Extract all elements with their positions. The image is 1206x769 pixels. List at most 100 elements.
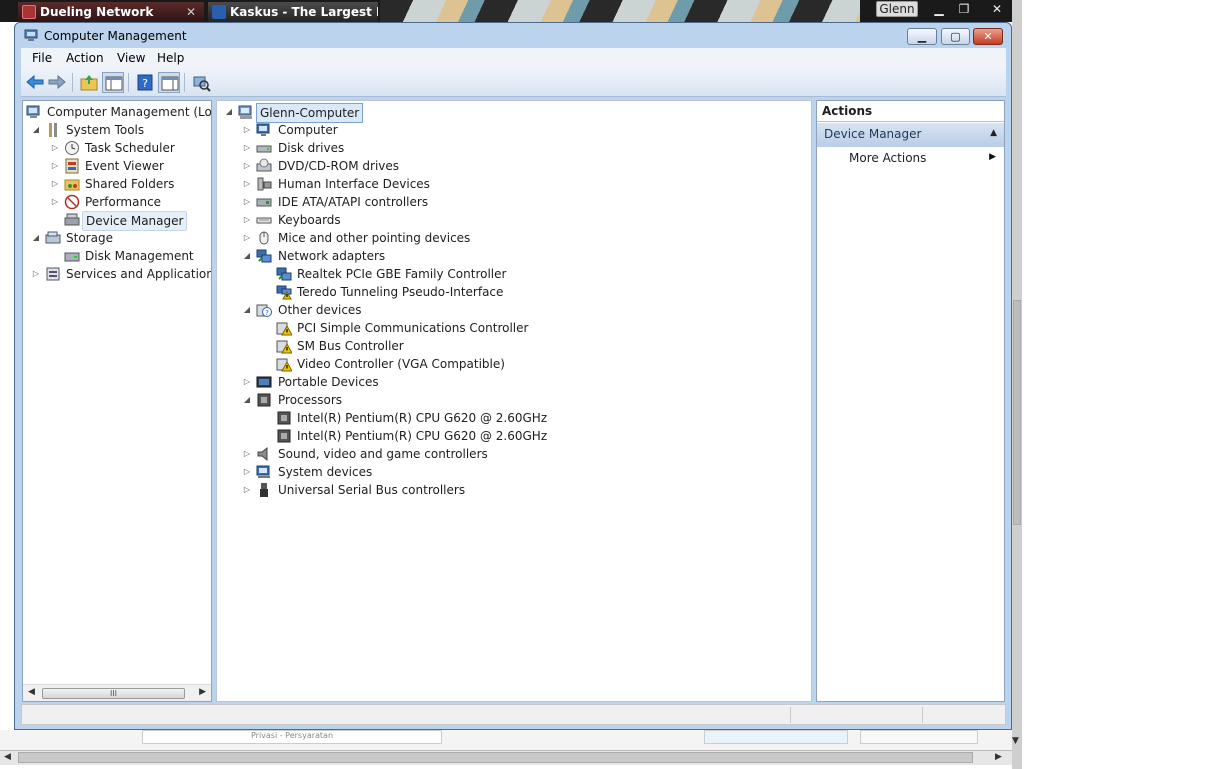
svg-text:?: ? [265,309,269,317]
system-device-icon [256,465,270,478]
scroll-right-icon[interactable]: ▶ [995,752,1002,762]
menu-action[interactable]: Action [66,51,104,65]
collapse-arrow-icon[interactable]: ◢ [242,301,252,319]
expand-arrow-icon[interactable]: ▷ [31,265,41,283]
menu-help[interactable]: Help [157,51,184,65]
device-category-row[interactable]: ▷ Mice and other pointing devices [217,229,811,247]
tree-item-device-manager[interactable]: Device Manager [23,211,211,231]
show-hide-action-icon [161,76,179,91]
expand-arrow-icon[interactable]: ▷ [242,121,252,139]
collapse-arrow-icon[interactable]: ◢ [31,121,41,139]
forward-button[interactable] [46,72,68,93]
up-one-level-button[interactable] [78,72,100,93]
tree-item-storage[interactable]: ◢ Storage [23,229,211,247]
background-minimize-icon[interactable]: ▁ [928,0,950,18]
expand-arrow-icon[interactable]: ▷ [242,157,252,175]
device-category-row[interactable]: ▷ Sound, video and game controllers [217,445,811,463]
minimize-button[interactable]: ▁ [907,28,937,45]
scroll-thumb[interactable]: III [42,688,185,699]
background-scroll-thumb[interactable] [1013,300,1021,525]
scroll-left-icon[interactable]: ◀ [4,752,11,762]
close-button[interactable]: ✕ [973,28,1003,45]
expand-arrow-icon[interactable]: ▷ [242,175,252,193]
device-label: Realtek PCIe GBE Family Controller [297,267,507,281]
tree-item-event-viewer[interactable]: ▷ Event Viewer [23,157,211,175]
keyboard-icon [256,217,272,224]
expand-arrow-icon[interactable]: ▷ [242,229,252,247]
title-bar[interactable]: Computer Management ▁ ▢ ✕ [15,23,1011,49]
device-item-row[interactable]: Intel(R) Pentium(R) CPU G620 @ 2.60GHz [217,409,811,427]
tree-item-performance[interactable]: ▷ Performance [23,193,211,211]
computer-management-icon [24,29,38,41]
device-item-row[interactable]: SM Bus Controller [217,337,811,355]
device-category-row[interactable]: ▷ Universal Serial Bus controllers [217,481,811,499]
actions-section-label: Device Manager [824,127,922,141]
device-label: Human Interface Devices [278,177,430,191]
device-item-row[interactable]: PCI Simple Communications Controller [217,319,811,337]
device-category-row[interactable]: ◢ Network adapters [217,247,811,265]
tree-item-task-scheduler[interactable]: ▷ Task Scheduler [23,139,211,157]
background-restore-icon[interactable]: ❐ [953,0,975,18]
expand-arrow-icon[interactable]: ▷ [242,481,252,499]
device-category-row[interactable]: ◢ Processors [217,391,811,409]
scroll-left-icon[interactable]: ◀ [28,687,35,697]
device-category-row[interactable]: ▷ Computer [217,121,811,139]
help-button[interactable]: ? [134,72,156,93]
device-item-row[interactable]: Video Controller (VGA Compatible) [217,355,811,373]
menu-file[interactable]: File [32,51,52,65]
processor-icon [277,411,291,425]
maximize-button[interactable]: ▢ [941,28,970,45]
device-category-row[interactable]: ▷ IDE ATA/ATAPI controllers [217,193,811,211]
tree-item-services-applications[interactable]: ▷ Services and Applications [23,265,211,283]
scroll-down-icon[interactable]: ▼ [1012,736,1019,746]
device-category-row[interactable]: ▷ Human Interface Devices [217,175,811,193]
tree-item-disk-management[interactable]: Disk Management [23,247,211,265]
submenu-arrow-icon[interactable]: ▶ [989,152,996,162]
expand-arrow-icon[interactable]: ▷ [242,193,252,211]
nav-horizontal-scrollbar[interactable]: ◀ III ▶ [23,684,211,701]
device-category-row[interactable]: ▷ Portable Devices [217,373,811,391]
expand-arrow-icon[interactable]: ▷ [242,211,252,229]
device-tree-root[interactable]: ◢ Glenn-Computer [217,103,811,123]
tab-close-icon[interactable]: ✕ [186,2,196,22]
show-hide-tree-icon [105,76,123,91]
tree-item-computer-management[interactable]: Computer Management (Local [23,103,211,121]
background-horizontal-thumb[interactable] [18,752,973,763]
more-actions-item[interactable]: More Actions [849,151,926,165]
expand-arrow-icon[interactable]: ▷ [50,175,60,193]
toolbar-separator [128,73,129,92]
device-category-row[interactable]: ▷ DVD/CD-ROM drives [217,157,811,175]
expand-arrow-icon[interactable]: ▷ [50,139,60,157]
background-tab-1[interactable]: Dueling Network ✕ [18,2,204,22]
device-category-row[interactable]: ▷ Keyboards [217,211,811,229]
show-hide-action-pane-button[interactable] [158,72,180,93]
collapse-arrow-icon[interactable]: ◢ [242,247,252,265]
collapse-arrow-icon[interactable]: ◢ [224,103,234,121]
device-item-row[interactable]: Teredo Tunneling Pseudo-Interface [217,283,811,301]
device-category-row[interactable]: ◢? Other devices [217,301,811,319]
collapse-arrow-icon[interactable]: ◢ [242,391,252,409]
expand-arrow-icon[interactable]: ▷ [50,157,60,175]
expand-arrow-icon[interactable]: ▷ [242,139,252,157]
expand-arrow-icon[interactable]: ▷ [242,463,252,481]
device-category-row[interactable]: ▷ Disk drives [217,139,811,157]
expand-arrow-icon[interactable]: ▷ [242,445,252,463]
tree-item-system-tools[interactable]: ◢ System Tools [23,121,211,139]
expand-arrow-icon[interactable]: ▷ [50,193,60,211]
expand-arrow-icon[interactable]: ▷ [242,373,252,391]
device-category-row[interactable]: ▷ System devices [217,463,811,481]
background-close-icon[interactable]: ✕ [986,0,1008,18]
computer-management-icon [26,105,40,118]
collapse-arrow-icon[interactable]: ◢ [31,229,41,247]
device-item-row[interactable]: Intel(R) Pentium(R) CPU G620 @ 2.60GHz [217,427,811,445]
tree-item-shared-folders[interactable]: ▷ Shared Folders [23,175,211,193]
background-tab-2[interactable]: Kaskus - The Largest Indo [208,2,378,22]
scroll-right-icon[interactable]: ▶ [199,687,206,697]
show-hide-console-tree-button[interactable] [102,72,124,93]
actions-section-device-manager[interactable]: Device Manager ▲ [817,123,1004,147]
device-item-row[interactable]: Realtek PCIe GBE Family Controller [217,265,811,283]
menu-view[interactable]: View [117,51,145,65]
back-button[interactable] [24,72,46,93]
scan-hardware-changes-button[interactable] [190,72,212,93]
collapse-up-icon[interactable]: ▲ [990,128,997,138]
